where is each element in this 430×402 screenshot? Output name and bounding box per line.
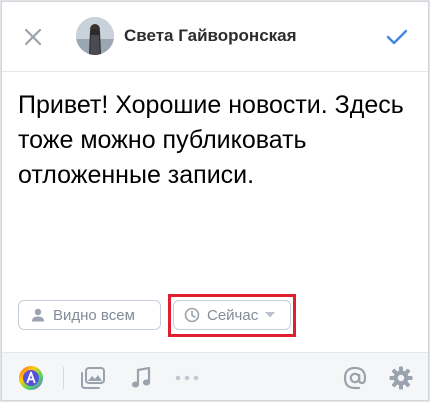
mention-button[interactable] <box>342 365 368 391</box>
post-editor-window: Света Гайворонская Привет! Хорошие новос… <box>1 1 429 401</box>
post-text-input[interactable]: Привет! Хорошие новости. Здесь тоже можн… <box>18 88 414 193</box>
photo-icon <box>81 367 105 389</box>
more-button[interactable] <box>174 365 200 391</box>
publish-time-label: Сейчас <box>207 306 259 324</box>
bottom-toolbar <box>2 352 428 400</box>
music-icon <box>131 367 151 388</box>
author-name: Света Гайворонская <box>124 26 297 45</box>
clock-icon <box>184 307 200 323</box>
photo-button[interactable] <box>80 365 106 391</box>
settings-icon <box>389 366 413 390</box>
more-icon <box>175 375 199 381</box>
visibility-button[interactable]: Видно всем <box>18 300 161 330</box>
settings-button[interactable] <box>388 365 414 391</box>
chevron-down-icon <box>265 312 276 318</box>
color-palette-button[interactable] <box>18 365 44 391</box>
toolbar-divider <box>63 367 64 389</box>
close-icon <box>24 28 42 46</box>
visibility-label: Видно всем <box>53 306 135 324</box>
checkmark-icon <box>386 29 408 45</box>
user-icon <box>31 308 45 322</box>
color-palette-icon <box>19 366 43 390</box>
avatar[interactable] <box>76 17 114 55</box>
publish-time-button[interactable]: Сейчас <box>173 300 291 330</box>
mention-icon <box>343 366 367 390</box>
close-button[interactable] <box>18 22 48 52</box>
music-button[interactable] <box>128 365 154 391</box>
publish-button[interactable] <box>382 22 412 52</box>
editor-header: Света Гайворонская <box>2 2 428 72</box>
avatar-image <box>76 17 114 55</box>
